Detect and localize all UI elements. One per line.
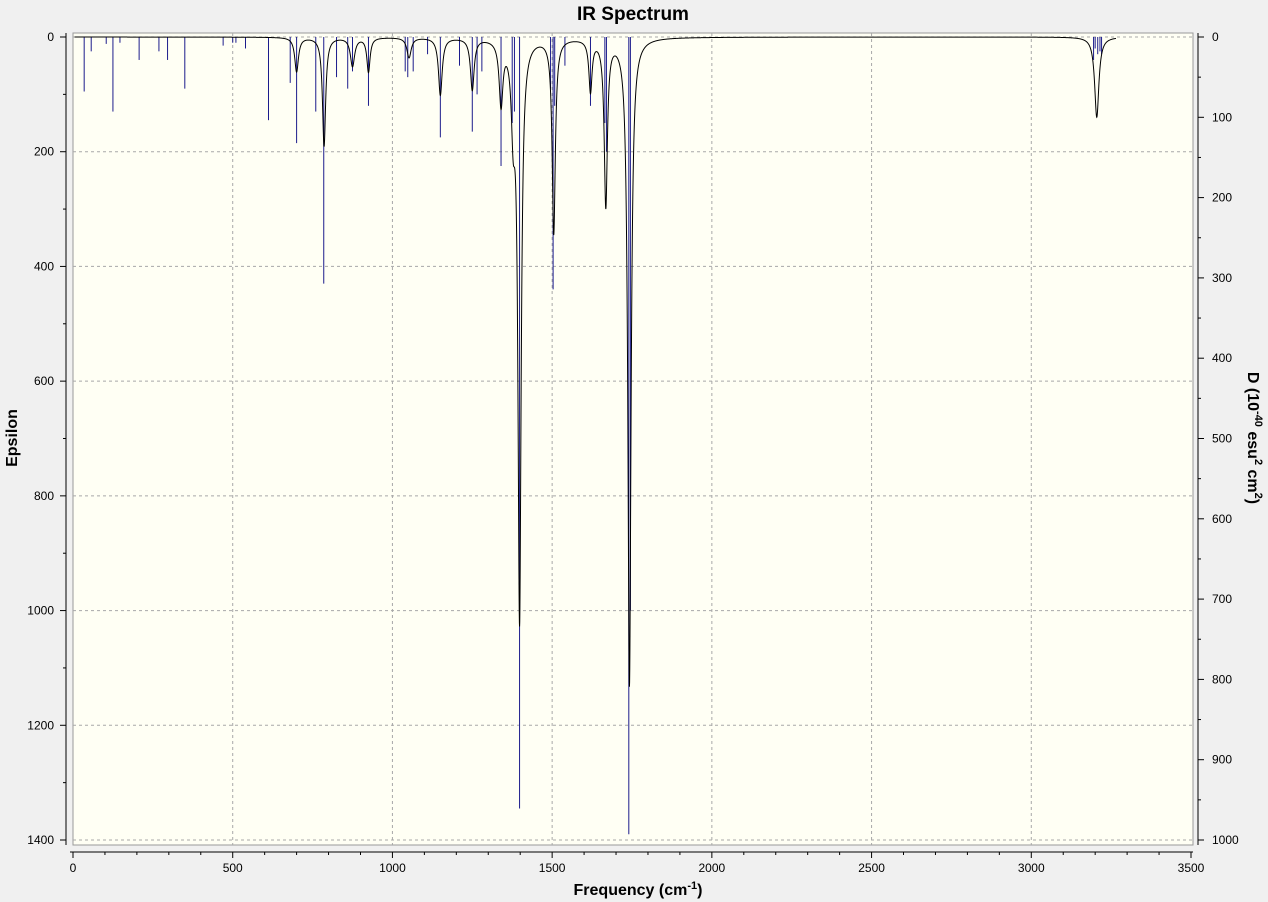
y2-tick-label: 0	[1212, 30, 1219, 44]
y2-tick-label: 500	[1212, 432, 1232, 446]
x-axis-title-text: Frequency (cm	[574, 882, 688, 899]
x-tick-label: 3000	[1018, 861, 1045, 875]
y2-tick-label: 800	[1212, 672, 1232, 686]
chart-title: IR Spectrum	[577, 4, 689, 25]
x-tick-label: 0	[70, 861, 77, 875]
x-tick-label: 500	[223, 861, 243, 875]
x-tick-label: 1500	[539, 861, 566, 875]
y2-title-sup1: -40	[1252, 411, 1264, 427]
y2-tick-label: 100	[1212, 110, 1232, 124]
y2-tick-label: 600	[1212, 512, 1232, 526]
y2-tick-label: 300	[1212, 271, 1232, 285]
y2-tick-label: 700	[1212, 592, 1232, 606]
x-tick-label: 2000	[699, 861, 726, 875]
y-tick-label: 600	[34, 374, 54, 388]
y-tick-label: 0	[47, 30, 54, 44]
y2-tick-label: 1000	[1212, 833, 1239, 847]
x-axis-title-superscript: -1	[687, 880, 697, 892]
ir-spectrum-chart: 0 500 1000 1500 2000 2500 3000 3500020040060080…	[4, 4, 1264, 899]
x-tick-label: 3500	[1178, 861, 1205, 875]
y-tick-label: 1000	[27, 604, 54, 618]
x-tick-label: 1000	[379, 861, 406, 875]
y-axis-title: Epsilon	[4, 409, 21, 467]
y-tick-label: 800	[34, 489, 54, 503]
x-tick-label: 2500	[858, 861, 885, 875]
x-axis-title: Frequency (cm-1)	[574, 880, 703, 899]
y2-tick-label: 200	[1212, 191, 1232, 205]
y2-tick-label: 900	[1212, 753, 1232, 767]
y-tick-label: 1200	[27, 718, 54, 732]
y2-title-mid2: cm	[1244, 465, 1261, 493]
y-tick-label: 200	[34, 145, 54, 159]
y-tick-label: 1400	[27, 833, 54, 847]
y-tick-label: 400	[34, 259, 54, 273]
x-axis-title-close: )	[697, 882, 702, 899]
y2-title-mid: esu	[1244, 427, 1261, 459]
y2-title-prefix: D (10	[1244, 372, 1261, 411]
plot-area	[72, 32, 1194, 846]
y2-axis-title: D (10-40 esu2 cm2)	[1244, 372, 1264, 504]
y2-tick-label: 400	[1212, 351, 1232, 365]
y2-title-close: )	[1244, 499, 1261, 504]
